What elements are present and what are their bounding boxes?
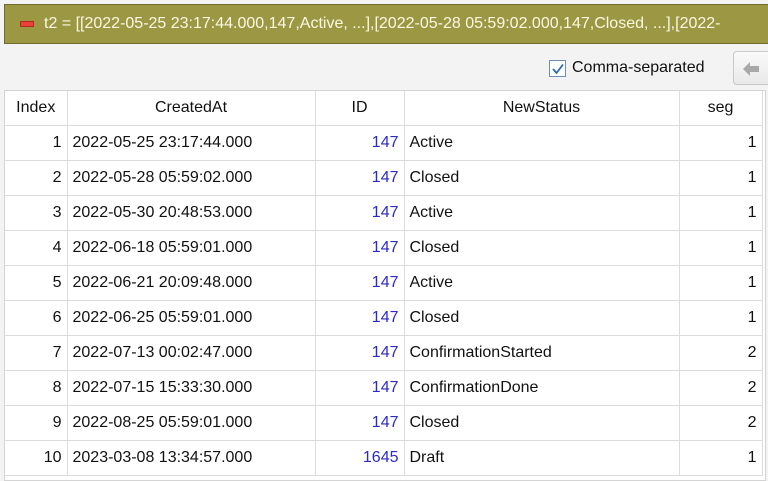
cell-newstatus: Closed <box>404 230 680 266</box>
cell-seg: 1 <box>679 160 763 196</box>
cell-index: 2 <box>5 160 68 196</box>
cell-seg: 1 <box>679 440 763 476</box>
cell-createdat: 2022-06-21 20:09:48.000 <box>67 265 316 301</box>
table-row[interactable]: 3 2022-05-30 20:48:53.000 147 Active 1 <box>5 195 763 231</box>
variable-title-text: t2 = [[2022-05-25 23:17:44.000,147,Activ… <box>44 15 721 32</box>
cell-createdat: 2022-06-18 05:59:01.000 <box>67 230 316 266</box>
arrow-left-icon <box>743 62 759 76</box>
cell-newstatus: ConfirmationDone <box>404 370 680 406</box>
column-header-index[interactable]: Index <box>5 91 68 126</box>
cell-newstatus: Active <box>404 125 680 161</box>
cell-seg: 2 <box>679 370 763 406</box>
data-table: Index CreatedAt ID NewStatus seg 1 2022-… <box>5 91 763 476</box>
cell-index: 10 <box>5 440 68 476</box>
comma-separated-checkbox[interactable] <box>549 59 566 77</box>
cell-createdat: 2022-05-30 20:48:53.000 <box>67 195 316 231</box>
cell-id: 147 <box>315 335 405 371</box>
cell-index: 1 <box>5 125 68 161</box>
collapse-icon[interactable] <box>20 21 34 27</box>
variable-title-bar[interactable]: t2 = [[2022-05-25 23:17:44.000,147,Activ… <box>4 4 768 44</box>
cell-index: 8 <box>5 370 68 406</box>
cell-id: 147 <box>315 300 405 336</box>
cell-seg: 1 <box>679 125 763 161</box>
data-grid[interactable]: Index CreatedAt ID NewStatus seg 1 2022-… <box>4 90 766 481</box>
column-header-newstatus[interactable]: NewStatus <box>404 91 680 126</box>
header-row: Index CreatedAt ID NewStatus seg <box>5 91 763 126</box>
column-header-id[interactable]: ID <box>315 91 405 126</box>
cell-createdat: 2022-05-25 23:17:44.000 <box>67 125 316 161</box>
cell-seg: 1 <box>679 195 763 231</box>
cell-newstatus: Active <box>404 195 680 231</box>
cell-seg: 1 <box>679 265 763 301</box>
cell-createdat: 2022-05-28 05:59:02.000 <box>67 160 316 196</box>
cell-id: 147 <box>315 230 405 266</box>
back-button[interactable] <box>733 51 768 85</box>
cell-id: 147 <box>315 195 405 231</box>
cell-id: 147 <box>315 370 405 406</box>
table-row[interactable]: 10 2023-03-08 13:34:57.000 1645 Draft 1 <box>5 440 763 476</box>
cell-createdat: 2022-07-15 15:33:30.000 <box>67 370 316 406</box>
cell-newstatus: Closed <box>404 300 680 336</box>
cell-newstatus: ConfirmationStarted <box>404 335 680 371</box>
cell-index: 9 <box>5 405 68 441</box>
cell-createdat: 2022-06-25 05:59:01.000 <box>67 300 316 336</box>
table-row[interactable]: 9 2022-08-25 05:59:01.000 147 Closed 2 <box>5 405 763 441</box>
toolbar: Comma-separated <box>0 49 768 87</box>
cell-createdat: 2022-08-25 05:59:01.000 <box>67 405 316 441</box>
table-row[interactable]: 2 2022-05-28 05:59:02.000 147 Closed 1 <box>5 160 763 196</box>
table-row[interactable]: 5 2022-06-21 20:09:48.000 147 Active 1 <box>5 265 763 301</box>
table-row[interactable]: 8 2022-07-15 15:33:30.000 147 Confirmati… <box>5 370 763 406</box>
comma-separated-label: Comma-separated <box>572 59 705 76</box>
cell-id: 147 <box>315 405 405 441</box>
table-row[interactable]: 6 2022-06-25 05:59:01.000 147 Closed 1 <box>5 300 763 336</box>
cell-seg: 2 <box>679 335 763 371</box>
cell-newstatus: Closed <box>404 405 680 441</box>
cell-id: 147 <box>315 125 405 161</box>
cell-createdat: 2023-03-08 13:34:57.000 <box>67 440 316 476</box>
cell-id: 147 <box>315 265 405 301</box>
cell-index: 3 <box>5 195 68 231</box>
table-row[interactable]: 7 2022-07-13 00:02:47.000 147 Confirmati… <box>5 335 763 371</box>
cell-seg: 1 <box>679 300 763 336</box>
table-row[interactable]: 4 2022-06-18 05:59:01.000 147 Closed 1 <box>5 230 763 266</box>
cell-createdat: 2022-07-13 00:02:47.000 <box>67 335 316 371</box>
cell-index: 6 <box>5 300 68 336</box>
table-row[interactable]: 1 2022-05-25 23:17:44.000 147 Active 1 <box>5 125 763 161</box>
column-header-createdat[interactable]: CreatedAt <box>67 91 316 126</box>
column-header-seg[interactable]: seg <box>679 91 763 126</box>
cell-index: 7 <box>5 335 68 371</box>
cell-index: 4 <box>5 230 68 266</box>
cell-id: 147 <box>315 160 405 196</box>
cell-newstatus: Draft <box>404 440 680 476</box>
cell-id: 1645 <box>315 440 405 476</box>
cell-seg: 1 <box>679 230 763 266</box>
comma-separated-toggle[interactable]: Comma-separated <box>549 58 705 78</box>
checkmark-icon <box>552 63 564 74</box>
cell-index: 5 <box>5 265 68 301</box>
cell-newstatus: Closed <box>404 160 680 196</box>
cell-newstatus: Active <box>404 265 680 301</box>
cell-seg: 2 <box>679 405 763 441</box>
